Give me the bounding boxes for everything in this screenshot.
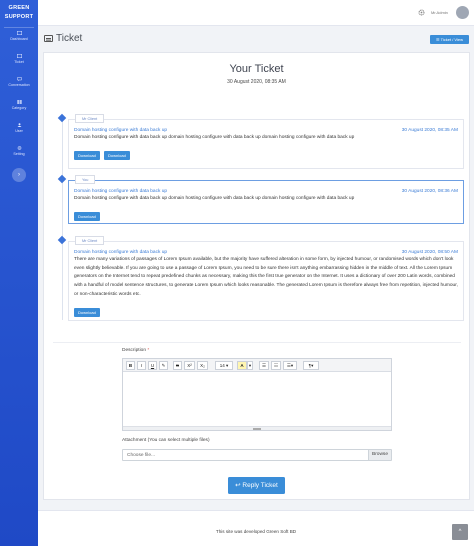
brand-logo[interactable]: GREEN SUPPORT: [0, 0, 38, 22]
message-card: You Domain hosting configure with data b…: [68, 175, 464, 224]
timeline-marker: [57, 174, 67, 184]
page-title: Ticket: [56, 33, 83, 44]
message-body: Domain hosting configure with data back …: [74, 135, 355, 140]
file-input[interactable]: Choose file... Browse: [122, 449, 392, 461]
underline-button[interactable]: U: [148, 361, 157, 370]
download-button[interactable]: Download: [74, 212, 100, 221]
editor-resize-handle[interactable]: [123, 426, 391, 430]
bold-button[interactable]: B: [126, 361, 135, 370]
sidebar: GREEN SUPPORT Dashboard Ticket Conversat…: [0, 0, 38, 546]
divider: [53, 342, 461, 343]
message-subject[interactable]: Domain hosting configure with data back …: [74, 128, 167, 133]
superscript-button[interactable]: X²: [184, 361, 195, 370]
sidebar-toggle-button[interactable]: ›: [12, 168, 26, 182]
align-dropdown[interactable]: ☰▾: [283, 361, 297, 370]
message-author: Mr Client: [75, 236, 105, 245]
gear-icon[interactable]: [418, 9, 425, 16]
brand-divider: [4, 27, 34, 28]
ticket-date: 30 August 2020, 08:35 AM: [227, 79, 286, 85]
category-icon: [16, 100, 22, 104]
footer: This site was developed Green Soft BD: [38, 510, 474, 546]
message-author: Mr Client: [75, 114, 105, 123]
font-size-dropdown[interactable]: 14 ▾: [215, 361, 233, 370]
footer-text: This site was developed Green Soft BD: [215, 529, 297, 534]
download-button[interactable]: Download: [104, 151, 130, 160]
ticket-icon: [44, 35, 53, 42]
browse-button[interactable]: Browse: [368, 450, 391, 460]
description-editor[interactable]: B I U ✎ S X² X₂ 14 ▾ A ▾ ☰ ☷ ☰▾ ¶▾: [122, 358, 392, 431]
timeline-marker: [57, 113, 67, 123]
paragraph-dropdown[interactable]: ¶▾: [303, 361, 319, 370]
reply-ticket-button[interactable]: ↩ Reply Ticket: [228, 477, 285, 494]
ticket-view-button[interactable]: ☰ Ticket / View: [430, 35, 469, 44]
unordered-list-button[interactable]: ☰: [259, 361, 269, 370]
message-body: There are many variations of passages of…: [74, 257, 458, 297]
download-button[interactable]: Download: [74, 308, 100, 317]
attachment-label: Attachment (You can select multiple file…: [122, 438, 210, 443]
timeline-line: [62, 117, 63, 320]
sidebar-item-category[interactable]: Category: [0, 100, 38, 110]
message-subject[interactable]: Domain hosting configure with data back …: [74, 250, 167, 255]
text-color-button[interactable]: A: [237, 361, 247, 370]
message-author: You: [75, 175, 96, 184]
strikethrough-button[interactable]: S: [173, 361, 182, 370]
message-date: 30 August 2020, 08:35 AM: [401, 128, 458, 133]
file-placeholder: Choose file...: [127, 453, 155, 458]
sidebar-item-ticket[interactable]: Ticket: [0, 54, 38, 64]
italic-button[interactable]: I: [137, 361, 146, 370]
message-card: Mr Client Domain hosting configure with …: [68, 236, 464, 321]
topbar: Mr.Admin: [38, 0, 474, 26]
message-date: 30 August 2020, 08:36 AM: [401, 189, 458, 194]
user-icon: [17, 123, 21, 127]
ticket-card: Your Ticket 30 August 2020, 08:35 AM Mr …: [43, 52, 470, 500]
download-button[interactable]: Download: [74, 151, 100, 160]
scroll-to-top-button[interactable]: ^: [452, 524, 468, 540]
user-name[interactable]: Mr.Admin: [431, 10, 448, 15]
setting-icon: [17, 146, 21, 150]
text-color-dropdown[interactable]: ▾: [247, 361, 253, 370]
message-subject[interactable]: Domain hosting configure with data back …: [74, 189, 167, 194]
ticket-title: Your Ticket: [229, 63, 284, 75]
sidebar-item-conversation[interactable]: Conversation: [0, 77, 38, 87]
description-label: Description *: [122, 348, 150, 353]
eraser-button[interactable]: ✎: [159, 361, 168, 370]
sidebar-item-dashboard[interactable]: Dashboard: [0, 31, 38, 41]
editor-toolbar: B I U ✎ S X² X₂ 14 ▾ A ▾ ☰ ☷ ☰▾ ¶▾: [123, 359, 391, 372]
sidebar-item-user[interactable]: User: [0, 123, 38, 133]
message-body: Domain hosting configure with data back …: [74, 196, 355, 201]
sidebar-item-setting[interactable]: Setting: [0, 146, 38, 156]
subscript-button[interactable]: X₂: [197, 361, 208, 370]
ticket-icon: [16, 54, 22, 58]
message-card: Mr Client Domain hosting configure with …: [68, 114, 464, 169]
conversation-icon: [16, 77, 22, 81]
dashboard-icon: [16, 31, 22, 35]
message-date: 30 August 2020, 08:50 AM: [401, 250, 458, 255]
required-mark: *: [147, 348, 150, 353]
ordered-list-button[interactable]: ☷: [271, 361, 281, 370]
timeline-marker: [57, 235, 67, 245]
avatar[interactable]: [456, 6, 469, 19]
